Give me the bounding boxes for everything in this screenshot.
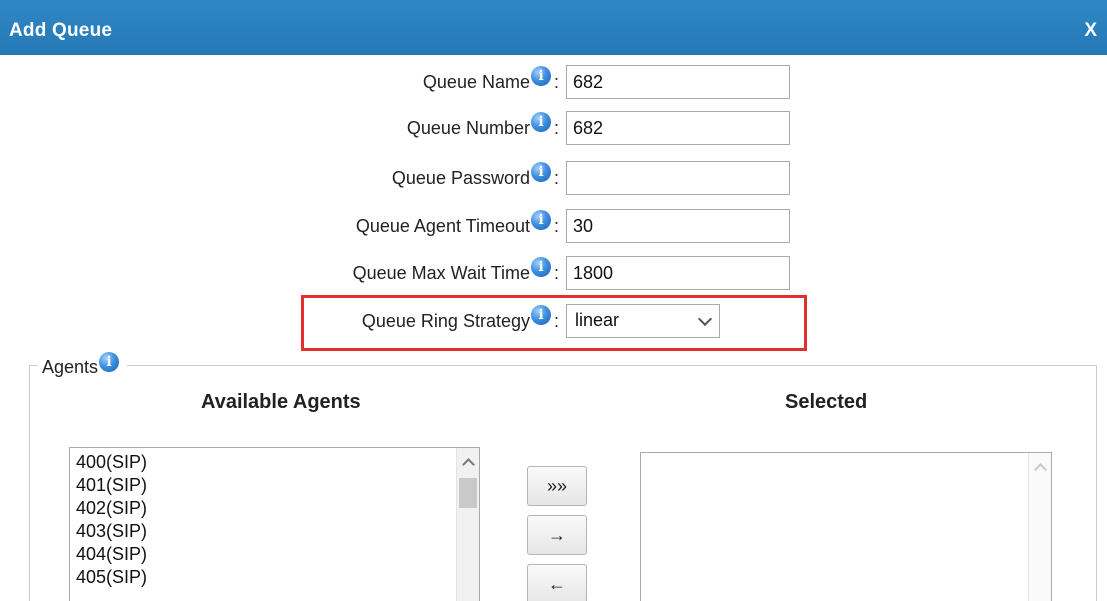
- list-item[interactable]: 400(SIP): [70, 451, 479, 474]
- label-colon: :: [553, 311, 559, 331]
- scroll-thumb[interactable]: [459, 478, 477, 508]
- list-item[interactable]: 402(SIP): [70, 497, 479, 520]
- label-colon: :: [553, 118, 559, 138]
- info-icon[interactable]: i: [99, 352, 120, 372]
- chevron-down-icon: [697, 311, 713, 327]
- queue-password-row: Queue Password i :: [0, 158, 1107, 198]
- queue-password-label: Queue Password: [391, 168, 530, 188]
- label-colon: :: [553, 168, 559, 188]
- queue-max-wait-time-row: Queue Max Wait Time i :: [0, 253, 1107, 293]
- add-agent-button[interactable]: →: [527, 515, 587, 555]
- add-all-agents-button[interactable]: »»: [527, 466, 587, 506]
- queue-number-label: Queue Number: [406, 118, 530, 138]
- ring-strategy-selected-value: linear: [575, 310, 620, 330]
- queue-agent-timeout-input[interactable]: [566, 209, 790, 243]
- queue-agent-timeout-row: Queue Agent Timeout i :: [0, 206, 1107, 246]
- label-colon: :: [553, 263, 559, 283]
- agents-legend-label: Agents: [42, 356, 99, 377]
- selected-agents-heading: Selected: [785, 391, 868, 413]
- info-icon[interactable]: i: [530, 112, 551, 132]
- queue-max-wait-time-input[interactable]: [566, 256, 790, 290]
- queue-agent-timeout-label-group: Queue Agent Timeout i :: [356, 206, 559, 246]
- queue-name-label-group: Queue Name i :: [423, 62, 559, 102]
- agents-legend: Agents i: [38, 352, 128, 381]
- queue-number-row: Queue Number i :: [0, 108, 1107, 148]
- queue-password-label-group: Queue Password i :: [392, 158, 559, 198]
- queue-ring-strategy-label: Queue Ring Strategy: [361, 311, 530, 331]
- dialog-title: Add Queue: [9, 20, 113, 41]
- info-icon[interactable]: i: [530, 210, 551, 230]
- scroll-up-icon[interactable]: [1034, 463, 1047, 476]
- selected-agents-listbox[interactable]: [640, 452, 1052, 601]
- queue-name-row: Queue Name i :: [0, 62, 1107, 102]
- queue-ring-strategy-select[interactable]: linear: [566, 304, 720, 338]
- queue-name-input[interactable]: [566, 65, 790, 99]
- label-colon: :: [553, 72, 559, 92]
- info-icon[interactable]: i: [530, 66, 551, 86]
- list-item[interactable]: 405(SIP): [70, 566, 479, 589]
- queue-ring-strategy-row: Queue Ring Strategy i : linear: [0, 301, 1107, 341]
- list-item[interactable]: 401(SIP): [70, 474, 479, 497]
- selected-agents-scrollbar[interactable]: [1028, 453, 1051, 601]
- add-queue-dialog: Add Queue X Queue Name i : Queue Number …: [0, 0, 1107, 601]
- info-icon[interactable]: i: [530, 305, 551, 325]
- close-button[interactable]: X: [1084, 20, 1097, 42]
- queue-max-wait-time-label-group: Queue Max Wait Time i :: [353, 253, 559, 293]
- queue-name-label: Queue Name: [422, 72, 530, 92]
- queue-number-input[interactable]: [566, 111, 790, 145]
- queue-password-input[interactable]: [566, 161, 790, 195]
- dialog-titlebar: Add Queue X: [0, 0, 1107, 55]
- queue-number-label-group: Queue Number i :: [407, 108, 559, 148]
- queue-ring-strategy-label-group: Queue Ring Strategy i :: [362, 301, 559, 341]
- available-agents-list: 400(SIP) 401(SIP) 402(SIP) 403(SIP) 404(SIP)…: [70, 448, 479, 589]
- info-icon[interactable]: i: [530, 257, 551, 277]
- available-agents-listbox[interactable]: 400(SIP) 401(SIP) 402(SIP) 403(SIP) 404(SIP)…: [69, 447, 480, 601]
- scroll-up-icon[interactable]: [462, 458, 475, 471]
- list-item[interactable]: 404(SIP): [70, 543, 479, 566]
- list-item[interactable]: 403(SIP): [70, 520, 479, 543]
- available-agents-heading: Available Agents: [201, 391, 361, 413]
- remove-agent-button[interactable]: ←: [527, 564, 587, 601]
- queue-max-wait-time-label: Queue Max Wait Time: [352, 263, 530, 283]
- queue-agent-timeout-label: Queue Agent Timeout: [355, 216, 530, 236]
- available-agents-scrollbar[interactable]: [456, 448, 479, 601]
- label-colon: :: [553, 216, 559, 236]
- info-icon[interactable]: i: [530, 162, 551, 182]
